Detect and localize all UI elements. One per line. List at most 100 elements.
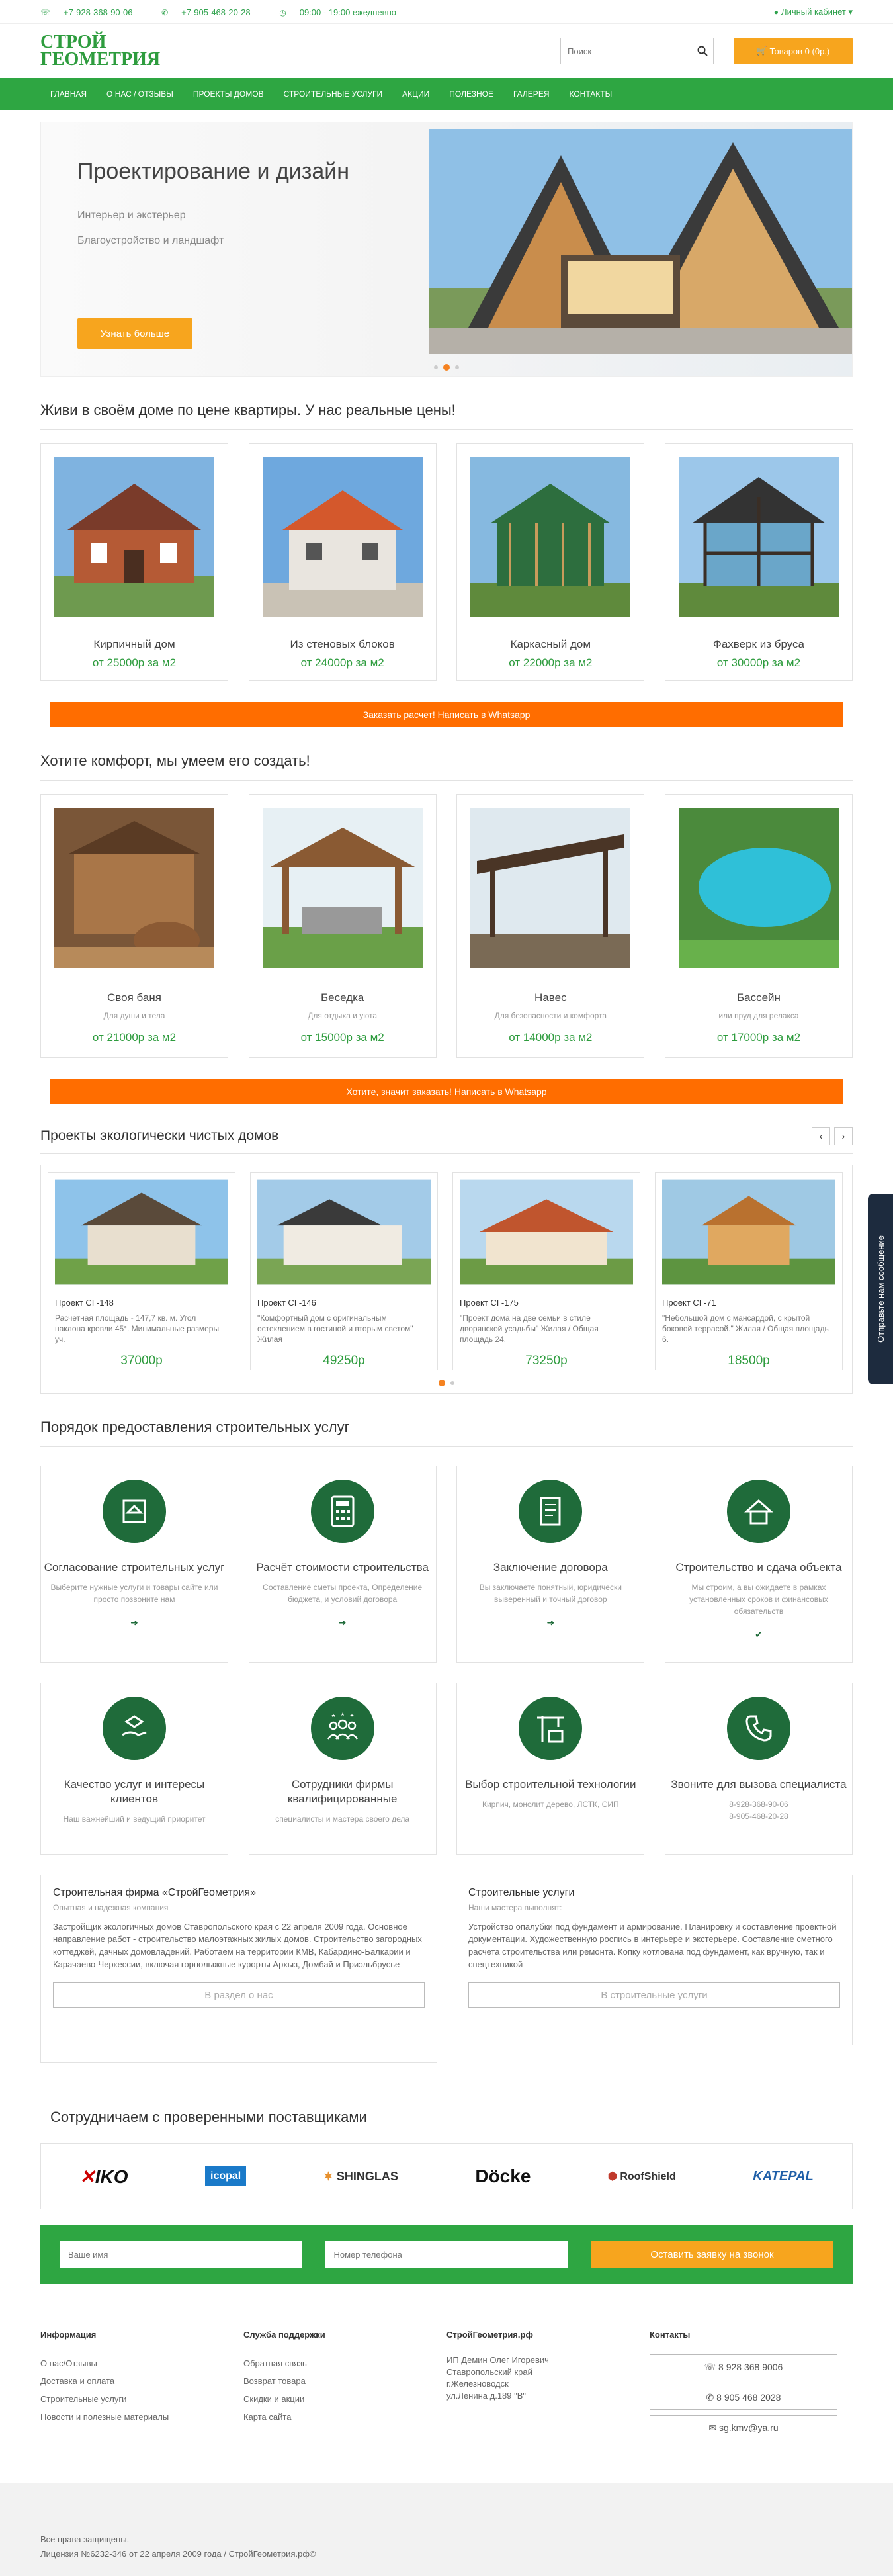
topbar: ☏ +7-928-368-90-06 ✆ +7-905-468-20-28 ◷ 09:… (0, 0, 893, 24)
project-desc: Расчетная площадь - 147,7 кв. м. Угол на… (55, 1313, 220, 1344)
footer-link[interactable]: Скидки и акции (243, 2390, 446, 2408)
footer-link[interactable]: Новости и полезные материалы (40, 2408, 243, 2426)
topbar-contacts: ☏ +7-928-368-90-06 ✆ +7-905-468-20-28 ◷ 09:… (40, 7, 423, 17)
process-steps-1: Согласование строительных услуг Выберите… (40, 1466, 853, 1663)
card-desc: Для безопасности и комфорта (494, 1011, 607, 1020)
nav-about[interactable]: О НАС / ОТЗЫВЫ (97, 78, 183, 110)
slider-dot[interactable] (434, 365, 438, 369)
card-price: от 30000р за м2 (716, 656, 801, 669)
footer-link[interactable]: Карта сайта (243, 2408, 446, 2426)
account-link[interactable]: ● Личный кабинет ▾ (774, 7, 853, 17)
services-button[interactable]: В строительные услуги (468, 1982, 840, 2008)
prev-arrow-icon[interactable]: ‹ (812, 1127, 830, 1145)
name-input[interactable] (60, 2241, 302, 2268)
comfort-card[interactable]: Беседка Для отдыха и уюта от 15000р за м… (248, 794, 437, 1058)
projects-header: Проекты экологически чистых домов ‹ › (40, 1127, 853, 1154)
project-desc: "Небольшой дом с мансардой, с крытой бок… (662, 1313, 829, 1344)
slider-dots (434, 364, 459, 371)
footer-col-support: Служба поддержки Обратная связь Возврат … (243, 2330, 446, 2446)
nav-gallery[interactable]: ГАЛЕРЕЯ (503, 78, 560, 110)
partner-logo-katepal[interactable]: KATEPAL (753, 2169, 813, 2184)
step-card: Заключение договора Вы заключаете понятн… (456, 1466, 645, 1663)
footer-link[interactable]: Обратная связь (243, 2354, 446, 2372)
slide-subtitle-1: Интерьер и экстерьер (77, 210, 186, 221)
info-row: Строительная фирма «СтройГеометрия» Опыт… (40, 1875, 853, 2063)
nav-projects[interactable]: ПРОЕКТЫ ДОМОВ (183, 78, 274, 110)
step-desc: Мы строим, а вы ожидаете в рамках устано… (689, 1583, 828, 1616)
projects-title: Проекты экологически чистых домов (40, 1128, 279, 1143)
house-card[interactable]: Кирпичный дом от 25000р за м2 (40, 443, 228, 681)
footer-phone-1[interactable]: ☏ 8 928 368 9006 (650, 2354, 837, 2379)
project-card[interactable]: Проект СГ-146 "Комфортный дом с оригинал… (250, 1172, 438, 1370)
footer-link[interactable]: Доставка и оплата (40, 2372, 243, 2390)
comfort-card[interactable]: Бассейн или пруд для релакса от 17000р з… (664, 794, 853, 1058)
card-price: от 14000р за м2 (509, 1031, 593, 1044)
partner-logo-iko[interactable]: ✕IKO (79, 2166, 128, 2188)
nav-useful[interactable]: ПОЛЕЗНОЕ (439, 78, 503, 110)
order-calc-button[interactable]: Заказать расчет! Написать в Whatsapp (50, 702, 843, 727)
phone-icon: ☏ (704, 2361, 719, 2372)
callback-submit-button[interactable]: Оставить заявку на звонок (591, 2241, 833, 2268)
partner-logo-icopal[interactable]: icopal (205, 2166, 247, 2186)
footer-col-contacts: Контакты ☏ 8 928 368 9006 ✆ 8 905 468 20… (650, 2330, 853, 2446)
footer-link[interactable]: Возврат товара (243, 2372, 446, 2390)
footer-address-line: ул.Ленина д.189 "В" (446, 2391, 527, 2401)
project-card[interactable]: Проект СГ-148 Расчетная площадь - 147,7 … (48, 1172, 235, 1370)
phone-input[interactable] (325, 2241, 568, 2268)
card-price: от 21000р за м2 (92, 1031, 177, 1044)
search-button[interactable] (691, 38, 713, 64)
step-desc: Вы заключаете понятный, юридически вывер… (479, 1583, 622, 1604)
partner-logo-docke[interactable]: Döcke (475, 2166, 531, 2187)
card-name: Своя баня (107, 991, 161, 1004)
footer-address-line: ИП Демин Олег Игоревич (446, 2355, 549, 2365)
houses-cards: Кирпичный дом от 25000р за м2 Из стеновы… (40, 443, 853, 681)
slide-title: Проектирование и дизайн (77, 159, 350, 184)
comfort-card[interactable]: Навес Для безопасности и комфорта от 140… (456, 794, 645, 1058)
nav-contacts[interactable]: КОНТАКТЫ (559, 78, 622, 110)
project-card[interactable]: Проект СГ-175 "Проект дома на две семьи … (452, 1172, 640, 1370)
canopy-image (470, 808, 631, 968)
slider-dot[interactable] (455, 365, 459, 369)
slider-dot-active[interactable] (443, 364, 450, 371)
footer-email[interactable]: ✉ sg.kmv@ya.ru (650, 2415, 837, 2440)
about-button[interactable]: В раздел о нас (53, 1982, 425, 2008)
search-icon (697, 46, 708, 56)
card-name: Кирпичный дом (93, 638, 175, 650)
footer-link[interactable]: О нас/Отзывы (40, 2354, 243, 2372)
project-price: 49250р (323, 1354, 365, 1368)
arrow-right-icon: ➜ (338, 1617, 347, 1628)
comfort-cards: Своя баня Для души и тела от 21000р за м… (40, 794, 853, 1058)
cart-button[interactable]: 🛒 Товаров 0 (0р.) (734, 38, 853, 64)
search-box (560, 38, 714, 64)
comfort-card[interactable]: Своя баня Для души и тела от 21000р за м… (40, 794, 228, 1058)
house-card[interactable]: Каркасный дом от 22000р за м2 (456, 443, 645, 681)
nav-home[interactable]: ГЛАВНАЯ (40, 78, 97, 110)
slide-more-button[interactable]: Узнать больше (77, 318, 192, 349)
nav-services[interactable]: СТРОИТЕЛЬНЫЕ УСЛУГИ (274, 78, 393, 110)
phone-2[interactable]: ✆ +7-905-468-20-28 (161, 7, 264, 17)
nav-sales[interactable]: АКЦИИ (392, 78, 439, 110)
footer-rights: Все права защищены. (40, 2534, 130, 2544)
project-image (55, 1179, 228, 1285)
fachwerk-house-image (678, 457, 839, 617)
project-price: 73250р (525, 1354, 568, 1368)
carousel-dot-active[interactable] (439, 1380, 445, 1386)
services-subtitle: Наши мастера выполнят: (468, 1903, 562, 1912)
arrow-right-icon: ➜ (130, 1617, 138, 1628)
order-whatsapp-button[interactable]: Хотите, значит заказать! Написать в What… (50, 1079, 843, 1104)
footer-link[interactable]: Строительные услуги (40, 2390, 243, 2408)
footer-col-title: Информация (40, 2330, 97, 2340)
house-card[interactable]: Из стеновых блоков от 24000р за м2 (248, 443, 437, 681)
partner-logo-shinglas[interactable]: ✶ SHINGLAS (323, 2170, 398, 2184)
project-card[interactable]: Проект СГ-71 "Небольшой дом с мансардой,… (655, 1172, 843, 1370)
logo[interactable]: СТРОЙ ГЕОМЕТРИЯ (40, 33, 161, 69)
carousel-dot[interactable] (450, 1381, 454, 1385)
next-arrow-icon[interactable]: › (834, 1127, 853, 1145)
partner-logo-roofshield[interactable]: ⬢ RoofShield (608, 2170, 676, 2183)
send-message-tab[interactable]: Отправьте нам сообщение (868, 1194, 893, 1384)
logo-line-2: ГЕОМЕТРИЯ (40, 49, 161, 69)
phone-1[interactable]: ☏ +7-928-368-90-06 (40, 7, 146, 17)
footer-phone-2[interactable]: ✆ 8 905 468 2028 (650, 2385, 837, 2410)
search-input[interactable] (561, 38, 691, 64)
house-card[interactable]: Фахверк из бруса от 30000р за м2 (664, 443, 853, 681)
